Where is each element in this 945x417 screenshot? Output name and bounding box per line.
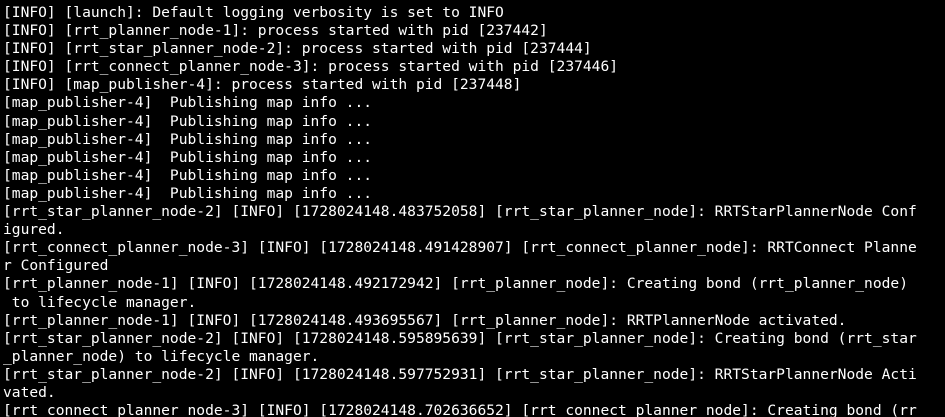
terminal-line: [rrt_planner_node-1] [INFO] [1728024148.… bbox=[3, 311, 847, 329]
terminal-line: [INFO] [launch]: Default logging verbosi… bbox=[3, 4, 504, 21]
terminal-line: [map_publisher-4] Publishing map info ..… bbox=[3, 94, 373, 112]
terminal-line: [map_publisher-4] Publishing map info ..… bbox=[3, 148, 373, 166]
terminal-line: igured. bbox=[3, 221, 65, 239]
terminal-output: [INFO] [launch]: Default logging verbosi… bbox=[3, 4, 917, 417]
terminal-line: [rrt_star_planner_node-2] [INFO] [172802… bbox=[3, 365, 917, 383]
terminal-line: [INFO] [map_publisher-4]: process starte… bbox=[3, 76, 522, 94]
terminal-line: [INFO] [rrt_connect_planner_node-3]: pro… bbox=[3, 58, 619, 76]
terminal-line: vated. bbox=[3, 383, 56, 401]
terminal-line: [map_publisher-4] Publishing map info ..… bbox=[3, 112, 373, 130]
terminal-line: [map_publisher-4] Publishing map info ..… bbox=[3, 130, 373, 148]
terminal-line: [map_publisher-4] Publishing map info ..… bbox=[3, 166, 373, 184]
terminal-line: [map_publisher-4] Publishing map info ..… bbox=[3, 184, 373, 202]
terminal-line: [INFO] [rrt_planner_node-1]: process sta… bbox=[3, 22, 548, 40]
terminal-line: [rrt_star_planner_node-2] [INFO] [172802… bbox=[3, 329, 917, 347]
terminal-line: r Configured bbox=[3, 257, 109, 275]
terminal-line: [rrt_planner_node-1] [INFO] [1728024148.… bbox=[3, 275, 908, 293]
terminal-line: to lifecycle manager. bbox=[3, 293, 197, 311]
terminal-window[interactable]: [INFO] [launch]: Default logging verbosi… bbox=[0, 0, 945, 417]
terminal-line: _planner_node) to lifecycle manager. bbox=[3, 347, 320, 365]
terminal-line: [rrt_connect_planner_node-3] [INFO] [172… bbox=[3, 402, 917, 417]
terminal-line: [rrt_star_planner_node-2] [INFO] [172802… bbox=[3, 203, 917, 221]
terminal-line: [rrt_connect_planner_node-3] [INFO] [172… bbox=[3, 239, 917, 257]
terminal-line: [INFO] [rrt_star_planner_node-2]: proces… bbox=[3, 40, 592, 58]
